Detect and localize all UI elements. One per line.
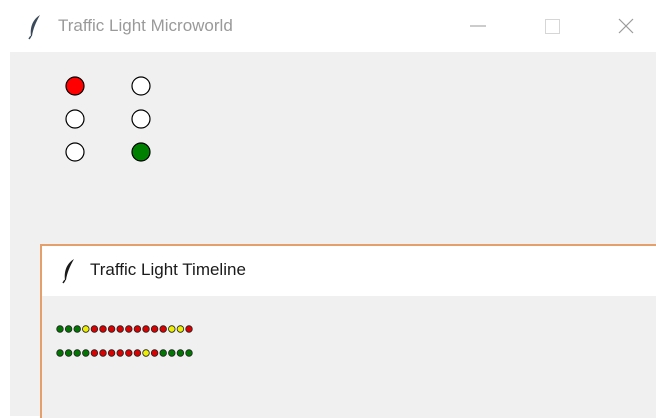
close-button[interactable] <box>596 0 656 52</box>
timeline-dot-red <box>125 325 133 333</box>
timeline-dot-red <box>107 325 116 333</box>
timeline-dot-red <box>107 349 116 357</box>
timeline-dot-red <box>133 325 142 333</box>
timeline-dot-green <box>185 349 193 357</box>
minimize-button[interactable] <box>448 0 508 52</box>
timeline-dot-red <box>99 349 107 357</box>
timeline-titlebar[interactable]: Traffic Light Timeline <box>42 246 656 296</box>
timeline-dot-red <box>125 349 133 357</box>
timeline-dot-red <box>116 349 124 357</box>
timeline-dot-green <box>73 325 81 333</box>
timeline-canvas <box>42 296 656 418</box>
feather-icon <box>28 15 40 40</box>
timeline-dot-red <box>159 325 167 333</box>
timeline-dot-green <box>82 349 90 357</box>
timeline-dot-green <box>56 349 64 357</box>
minimize-icon <box>470 25 486 27</box>
timeline-dot-green <box>159 349 167 357</box>
main-titlebar[interactable]: Traffic Light Microworld <box>0 0 656 52</box>
timeline-dot-yellow <box>82 325 90 333</box>
timeline-dot-green <box>168 349 176 357</box>
timeline-dot-red <box>116 325 124 333</box>
timeline-dot-red <box>150 349 159 357</box>
timeline-title: Traffic Light Timeline <box>90 260 246 279</box>
timeline-dot-red <box>90 349 99 357</box>
light-right-3-green <box>131 142 151 162</box>
timeline-dots <box>56 325 193 357</box>
light-right-2-off <box>131 109 151 129</box>
timeline-dot-red <box>99 325 107 333</box>
feather-icon <box>62 259 74 284</box>
timeline-dot-red <box>150 325 159 333</box>
timeline-dot-green <box>176 349 185 357</box>
timeline-window: Traffic Light Timeline <box>40 244 656 418</box>
timeline-dot-red <box>90 325 99 333</box>
maximize-button[interactable] <box>522 0 582 52</box>
timeline-dot-red <box>142 325 150 333</box>
traffic-lights <box>65 76 151 162</box>
timeline-dot-yellow <box>142 349 150 357</box>
window-title: Traffic Light Microworld <box>58 16 233 35</box>
timeline-dot-green <box>64 349 73 357</box>
light-left-1-red <box>65 76 85 96</box>
light-left-2-off <box>65 109 85 129</box>
close-icon <box>618 18 634 34</box>
timeline-dot-green <box>56 325 64 333</box>
timeline-dot-green <box>64 325 73 333</box>
timeline-dot-green <box>73 349 81 357</box>
light-right-1-off <box>131 76 151 96</box>
timeline-dot-yellow <box>176 325 185 333</box>
timeline-dot-red <box>133 349 142 357</box>
timeline-dot-red <box>185 325 193 333</box>
light-left-3-off <box>65 142 85 162</box>
maximize-icon <box>545 19 560 34</box>
timeline-dot-yellow <box>168 325 176 333</box>
